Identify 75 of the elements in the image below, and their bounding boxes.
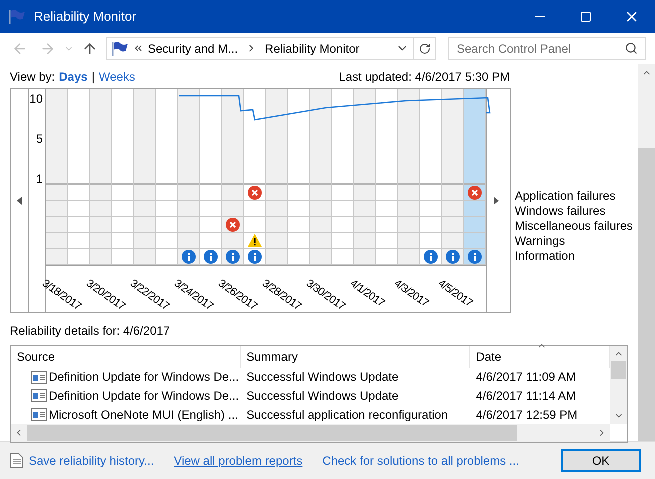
info-icon <box>226 250 240 264</box>
table-cell-text: 4/6/2017 11:09 AM <box>475 369 578 386</box>
forward-icon[interactable] <box>40 40 56 56</box>
window-title: Reliability Monitor <box>34 8 137 26</box>
info-icon <box>446 250 460 264</box>
address-flag-icon <box>111 40 129 56</box>
address-bar[interactable]: Security and M... Reliability Monitor <box>106 37 436 60</box>
error-icon <box>468 186 482 200</box>
overflow-chevron-icon <box>133 43 144 54</box>
info-icon <box>468 250 482 264</box>
up-icon[interactable] <box>82 40 98 56</box>
legend-label: Warnings <box>515 234 566 249</box>
y-axis-label: 10 <box>30 91 43 108</box>
update-icon <box>31 408 47 422</box>
table-cell-text: 4/6/2017 12:59 PM <box>475 406 579 424</box>
table-cell-text: Definition Update for Windows De... <box>49 388 240 405</box>
info-icon <box>182 250 196 264</box>
breadcrumb-item[interactable]: Reliability Monitor <box>265 40 360 58</box>
legend-label: Windows failures <box>515 204 607 219</box>
save-history-link[interactable]: Save reliability history... <box>29 452 154 470</box>
table-cell-text: Successful Windows Update <box>246 369 400 386</box>
view-option-link[interactable]: Weeks <box>98 68 136 86</box>
update-icon <box>31 389 47 402</box>
table-cell-text: Definition Update for Windows De... <box>49 369 240 386</box>
document-icon <box>10 452 24 468</box>
scroll-right-icon[interactable] <box>494 196 499 204</box>
event-cell[interactable] <box>178 249 199 265</box>
legend-label: Application failures <box>515 189 617 204</box>
column-header[interactable]: Source <box>11 346 241 368</box>
event-cell[interactable] <box>244 185 265 201</box>
search-field[interactable]: Search Control Panel <box>448 37 646 60</box>
table-cell-text: Successful application reconfiguration <box>246 406 450 424</box>
back-icon[interactable] <box>12 40 28 56</box>
event-cell[interactable] <box>200 249 221 265</box>
event-cell[interactable] <box>464 185 485 201</box>
column-header[interactable]: Summary <box>240 346 470 368</box>
last-updated-text: Last updated: 4/6/2017 5:30 PM <box>339 69 510 86</box>
event-cell[interactable] <box>442 249 463 265</box>
details-label: Reliability details for: 4/6/2017 <box>10 323 172 340</box>
vertical-scrollbar[interactable] <box>610 346 627 424</box>
horizontal-scrollbar[interactable] <box>11 424 610 442</box>
refresh-icon[interactable] <box>418 42 430 54</box>
y-axis-label: 1 <box>36 171 43 188</box>
legend-label: Information <box>515 249 576 264</box>
event-cell[interactable] <box>222 249 243 265</box>
table-cell-text: 4/6/2017 11:14 AM <box>475 388 578 405</box>
page-scrollbar[interactable] <box>638 64 655 441</box>
view-option-link[interactable]: Days <box>59 68 88 86</box>
scroll-left-icon[interactable] <box>17 196 22 204</box>
event-cell[interactable] <box>244 249 265 265</box>
problem-reports-link[interactable]: View all problem reports <box>174 452 303 470</box>
view-by-label: View by: <box>10 69 56 86</box>
event-cell[interactable] <box>244 233 265 249</box>
scroll-thumb[interactable] <box>611 361 626 379</box>
event-cell[interactable] <box>222 217 243 233</box>
legend-label: Miscellaneous failures <box>515 219 634 234</box>
scroll-thumb[interactable] <box>638 148 655 441</box>
breadcrumb-item[interactable]: Security and M... <box>148 40 238 58</box>
maximize-icon <box>580 10 592 22</box>
flag-icon <box>8 8 26 24</box>
ok-button[interactable]: OK <box>561 449 641 472</box>
warning-icon <box>248 234 262 247</box>
update-icon <box>31 370 47 384</box>
minimize-icon <box>535 16 545 17</box>
error-icon <box>248 186 262 200</box>
scroll-thumb[interactable] <box>27 425 517 442</box>
table-cell-text: Microsoft OneNote MUI (English) ... <box>49 406 238 424</box>
check-solutions-link[interactable]: Check for solutions to all problems ... <box>322 452 520 470</box>
event-cell[interactable] <box>420 249 441 265</box>
y-axis-label: 5 <box>36 131 43 148</box>
search-icon <box>625 42 638 55</box>
table-cell-text: Successful Windows Update <box>246 388 400 405</box>
error-icon <box>226 218 240 232</box>
separator-text: | <box>92 69 95 86</box>
event-cell[interactable] <box>464 249 485 265</box>
